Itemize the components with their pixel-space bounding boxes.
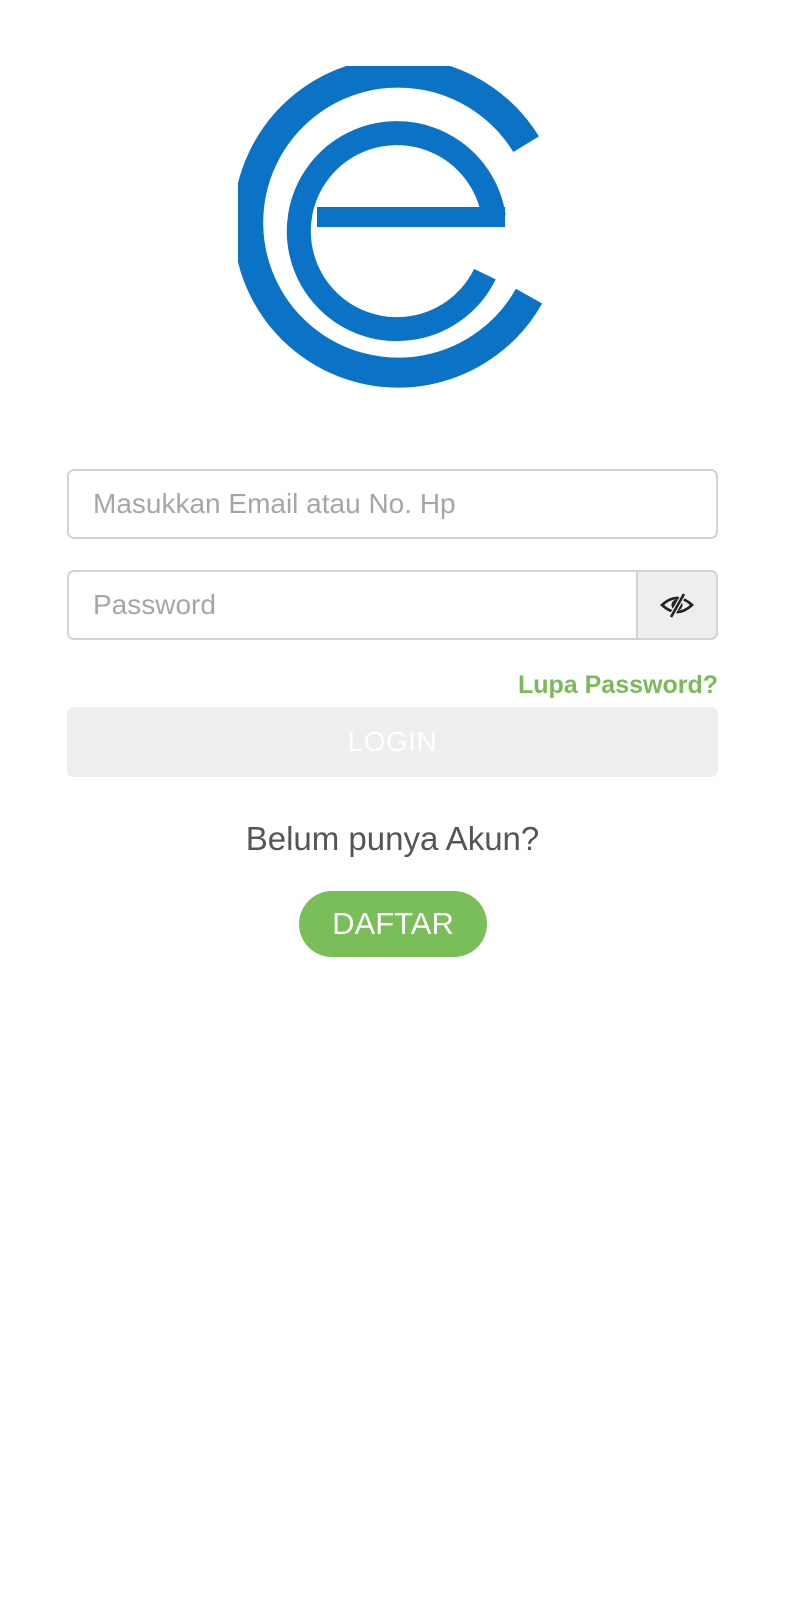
register-button[interactable]: DAFTAR: [299, 891, 487, 957]
password-visibility-toggle[interactable]: [636, 572, 716, 638]
eye-slash-icon: [660, 592, 694, 618]
password-field[interactable]: [67, 570, 718, 640]
brand-e-logo-icon: [233, 57, 543, 388]
password-input[interactable]: [69, 572, 639, 638]
email-field[interactable]: [67, 469, 718, 539]
logo: [233, 57, 554, 390]
signup-prompt: Belum punya Akun?: [245, 820, 540, 857]
login-button[interactable]: LOGIN: [67, 707, 718, 777]
forgot-password-link[interactable]: Lupa Password?: [518, 671, 718, 700]
email-input[interactable]: [69, 471, 716, 537]
